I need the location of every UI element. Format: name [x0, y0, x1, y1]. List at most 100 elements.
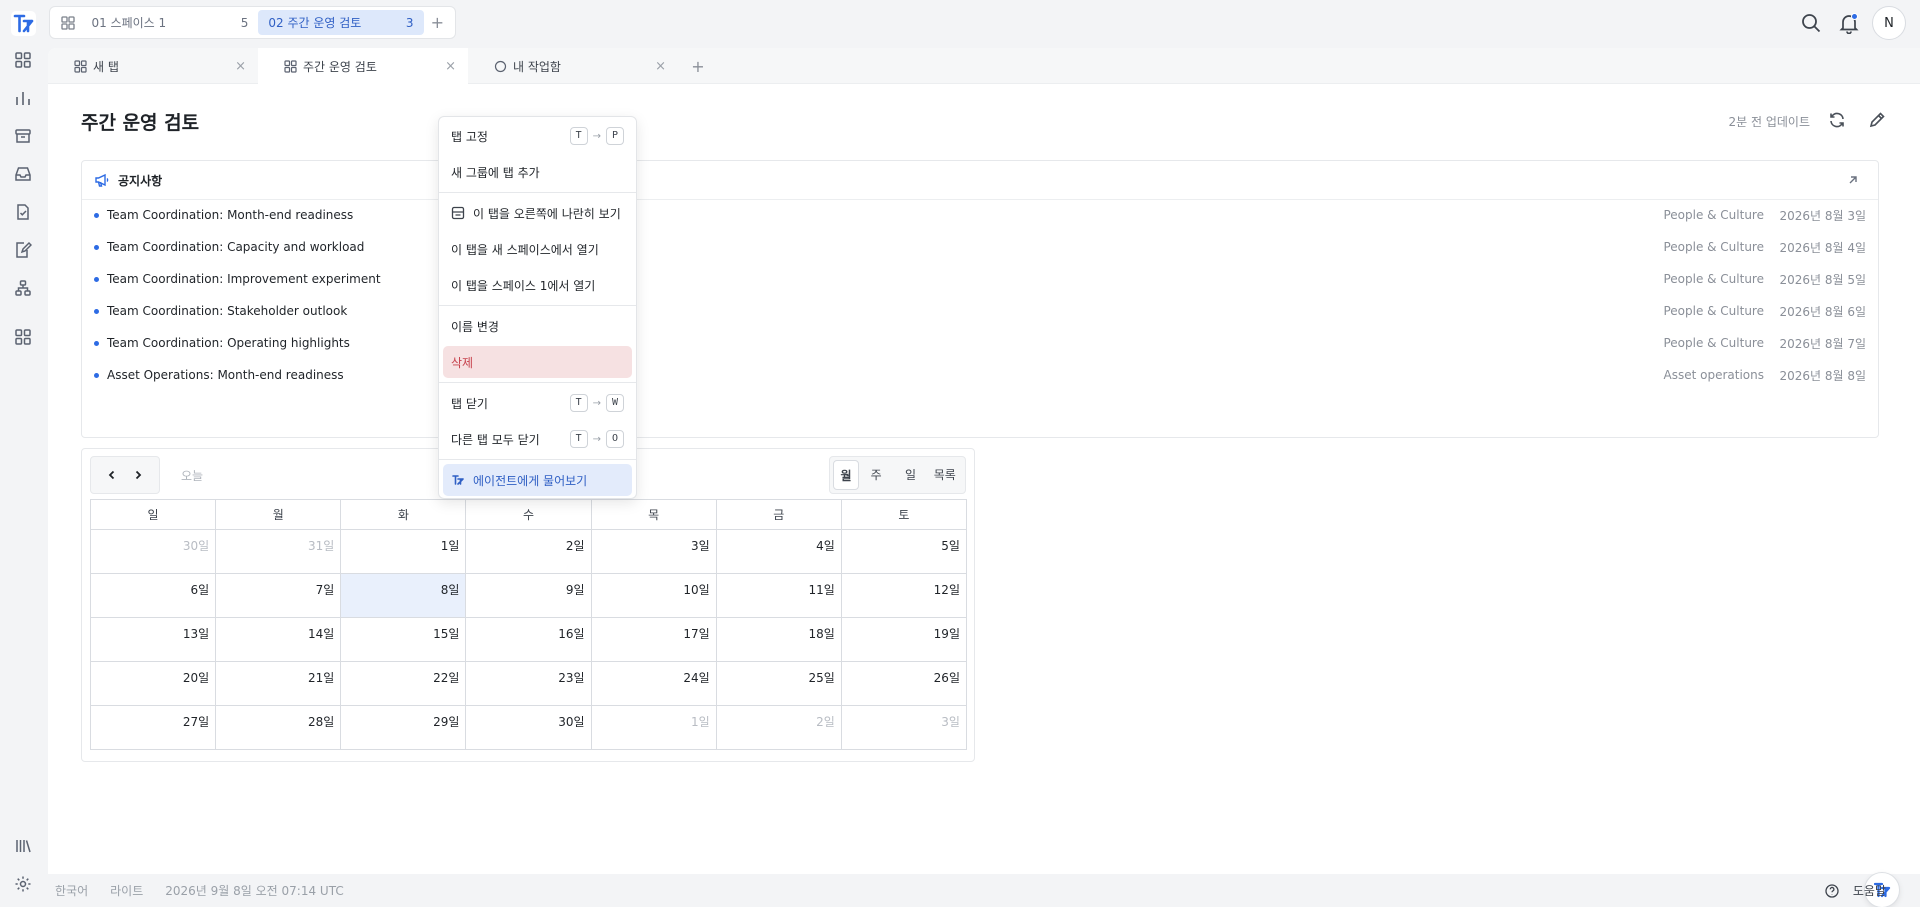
- calendar-day[interactable]: 18일: [716, 618, 842, 662]
- view-day-button[interactable]: 일: [893, 460, 927, 490]
- notice-item[interactable]: Team Coordination: Capacity and workload…: [94, 237, 1866, 257]
- bullet-dot: [94, 276, 99, 282]
- library-icon[interactable]: [12, 835, 34, 857]
- calendar-day[interactable]: 11일: [716, 574, 842, 618]
- help-button[interactable]: 도움말: [1825, 882, 1900, 899]
- close-tab-icon[interactable]: ×: [235, 59, 246, 74]
- calendar-day[interactable]: 6일: [91, 574, 217, 618]
- calendar-day[interactable]: 7일: [216, 574, 342, 618]
- calendar-day[interactable]: 3일: [591, 530, 717, 574]
- calendar-day[interactable]: 19일: [841, 618, 967, 662]
- archive-box-icon[interactable]: [12, 125, 34, 147]
- calendar-day[interactable]: 31일: [216, 530, 342, 574]
- space-tab-2[interactable]: 02 주간 운영 검토 3: [258, 10, 424, 35]
- menu-item-ask-agent[interactable]: 에이전트에게 물어보기: [443, 464, 632, 496]
- calendar-day[interactable]: 28일: [216, 706, 342, 750]
- menu-item-close-others[interactable]: 다른 탭 모두 닫기 T → O: [443, 423, 632, 455]
- calendar-day-today[interactable]: 8일: [341, 574, 467, 618]
- edit-pencil-icon[interactable]: [1868, 111, 1886, 129]
- menu-item-add-to-group[interactable]: 새 그룹에 탭 추가: [443, 156, 632, 188]
- open-external-arrow-icon[interactable]: [1846, 173, 1860, 187]
- calendar-day[interactable]: 22일: [341, 662, 467, 706]
- calendar-day[interactable]: 30일: [91, 530, 217, 574]
- add-space-plus-icon[interactable]: +: [424, 13, 451, 32]
- calendar-day[interactable]: 10일: [591, 574, 717, 618]
- space-tab-1[interactable]: 01 스페이스 1 5: [81, 10, 258, 35]
- calendar-day[interactable]: 12일: [841, 574, 967, 618]
- menu-item-close-tab[interactable]: 탭 닫기 T → W: [443, 387, 632, 419]
- calendar-day[interactable]: 23일: [466, 662, 592, 706]
- close-tab-icon[interactable]: ×: [655, 59, 666, 74]
- calendar-day[interactable]: 20일: [91, 662, 217, 706]
- calendar-day[interactable]: 4일: [716, 530, 842, 574]
- calendar-day[interactable]: 24일: [591, 662, 717, 706]
- menu-item-rename[interactable]: 이름 변경: [443, 310, 632, 342]
- menu-item-label: 탭 고정: [451, 129, 488, 144]
- apps-grid-icon[interactable]: [12, 326, 34, 348]
- notice-item[interactable]: Team Coordination: Stakeholder outlook Pe…: [94, 301, 1866, 321]
- edit-document-icon[interactable]: [12, 239, 34, 261]
- checklist-document-icon[interactable]: [12, 201, 34, 223]
- notice-item-category: People & Culture: [1663, 240, 1764, 254]
- analytics-chart-icon[interactable]: [12, 87, 34, 109]
- theme-selector[interactable]: 라이트: [110, 882, 143, 899]
- doc-tab-weekly-review[interactable]: 주간 운영 검토 ×: [258, 48, 468, 84]
- calendar-day[interactable]: 30일: [466, 706, 592, 750]
- notice-item[interactable]: Team Coordination: Month-end readiness Pe…: [94, 205, 1866, 225]
- weekday-header: 금: [716, 500, 842, 530]
- calendar-day[interactable]: 15일: [341, 618, 467, 662]
- calendar-day[interactable]: 21일: [216, 662, 342, 706]
- shortcut-keys: T → P: [569, 127, 624, 145]
- arrow-right-icon: →: [592, 397, 601, 409]
- calendar-day[interactable]: 14일: [216, 618, 342, 662]
- notice-item[interactable]: Team Coordination: Operating highlights P…: [94, 333, 1866, 353]
- calendar-day[interactable]: 9일: [466, 574, 592, 618]
- view-list-button[interactable]: 목록: [928, 460, 962, 490]
- calendar-day[interactable]: 2일: [716, 706, 842, 750]
- calendar-day[interactable]: 27일: [91, 706, 217, 750]
- notice-item-date: 2026년 8월 6일: [1779, 304, 1866, 319]
- menu-item-delete[interactable]: 삭제: [443, 346, 632, 378]
- doc-tab-label: 내 작업함: [513, 59, 561, 74]
- menu-item-label: 다른 탭 모두 닫기: [451, 432, 540, 447]
- calendar-day[interactable]: 26일: [841, 662, 967, 706]
- add-tab-plus-icon[interactable]: +: [678, 48, 718, 84]
- calendar-day[interactable]: 1일: [341, 530, 467, 574]
- language-selector[interactable]: 한국어: [55, 882, 88, 899]
- arrow-right-icon: →: [592, 433, 601, 445]
- user-avatar[interactable]: N: [1872, 6, 1906, 40]
- view-week-button[interactable]: 주: [859, 460, 893, 490]
- doc-tab-new[interactable]: 새 탭 ×: [48, 48, 258, 84]
- search-icon[interactable]: [1800, 12, 1822, 34]
- calendar-day[interactable]: 17일: [591, 618, 717, 662]
- menu-item-open-new-space[interactable]: 이 탭을 새 스페이스에서 열기: [443, 233, 632, 265]
- menu-item-pin-tab[interactable]: 탭 고정 T → P: [443, 120, 632, 152]
- inbox-tray-icon[interactable]: [12, 163, 34, 185]
- notice-item[interactable]: Asset Operations: Month-end readiness Ass…: [94, 365, 1866, 385]
- calendar-day[interactable]: 29일: [341, 706, 467, 750]
- left-rail: [0, 0, 47, 907]
- org-hierarchy-icon[interactable]: [12, 277, 34, 299]
- calendar-day[interactable]: 1일: [591, 706, 717, 750]
- notification-bell-icon[interactable]: [1838, 12, 1860, 34]
- calendar-day[interactable]: 2일: [466, 530, 592, 574]
- doc-tab-my-work[interactable]: 내 작업함 ×: [468, 48, 678, 84]
- weekday-header: 수: [466, 500, 592, 530]
- notice-item-title: Team Coordination: Operating highlights: [107, 336, 350, 350]
- refresh-icon[interactable]: [1828, 111, 1846, 129]
- calendar-day[interactable]: 5일: [841, 530, 967, 574]
- calendar-day[interactable]: 3일: [841, 706, 967, 750]
- notice-item-date: 2026년 8월 7일: [1779, 336, 1866, 351]
- view-month-button[interactable]: 월: [833, 460, 859, 490]
- notice-item[interactable]: Team Coordination: Improvement experimen…: [94, 269, 1866, 289]
- calendar-day[interactable]: 25일: [716, 662, 842, 706]
- close-tab-icon[interactable]: ×: [445, 59, 456, 74]
- calendar-day[interactable]: 13일: [91, 618, 217, 662]
- settings-gear-icon[interactable]: [12, 873, 34, 895]
- menu-item-split-right[interactable]: 이 탭을 오른쪽에 나란히 보기: [443, 197, 632, 229]
- menu-item-open-space-1[interactable]: 이 탭을 스페이스 1에서 열기: [443, 269, 632, 301]
- dashboard-grid-icon[interactable]: [12, 49, 34, 71]
- space-grid-icon[interactable]: [54, 11, 81, 35]
- app-logo-icon[interactable]: [11, 11, 36, 36]
- calendar-day[interactable]: 16일: [466, 618, 592, 662]
